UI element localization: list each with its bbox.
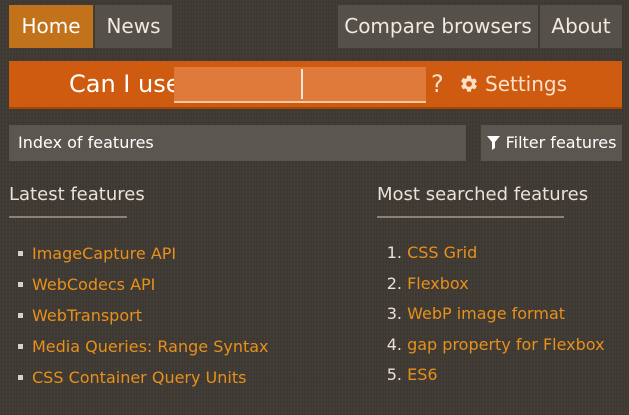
list-item: 1. CSS Grid <box>377 238 605 269</box>
list-item: 3. WebP image format <box>377 299 605 330</box>
bullet-icon <box>18 313 23 318</box>
list-item: WebCodecs API <box>9 269 269 300</box>
item-number: 1. <box>386 243 402 262</box>
feature-link[interactable]: gap property for Flexbox <box>407 335 604 354</box>
feature-link[interactable]: CSS Grid <box>407 243 477 262</box>
nav-home[interactable]: Home <box>9 5 93 48</box>
list-item: CSS Container Query Units <box>9 362 269 393</box>
most-searched-heading: Most searched features <box>377 184 589 205</box>
nav-about[interactable]: About <box>540 5 622 48</box>
settings-label: Settings <box>485 72 568 96</box>
feature-link[interactable]: WebP image format <box>407 304 565 323</box>
list-item: WebTransport <box>9 300 269 331</box>
filter-icon <box>486 136 500 150</box>
nav-compare-browsers[interactable]: Compare browsers <box>338 5 538 48</box>
index-of-features-select[interactable]: Index of features <box>9 125 466 161</box>
list-item: 2. Flexbox <box>377 269 605 300</box>
nav-news[interactable]: News <box>95 5 172 48</box>
most-searched-list: 1. CSS Grid 2. Flexbox 3. WebP image for… <box>377 238 605 391</box>
top-navigation: Home News Compare browsers About <box>9 5 622 48</box>
filter-features-label: Filter features <box>505 133 617 152</box>
bullet-icon <box>18 282 23 287</box>
feature-link[interactable]: Media Queries: Range Syntax <box>32 337 269 356</box>
feature-link[interactable]: ImageCapture API <box>32 244 176 263</box>
feature-link[interactable]: Flexbox <box>407 274 469 293</box>
question-mark: ? <box>431 70 444 98</box>
feature-link[interactable]: WebCodecs API <box>32 275 155 294</box>
bullet-icon <box>18 251 23 256</box>
latest-features-heading: Latest features <box>9 184 145 205</box>
list-item: 4. gap property for Flexbox <box>377 330 605 361</box>
item-number: 2. <box>386 273 402 293</box>
text-cursor <box>301 69 303 99</box>
feature-link[interactable]: CSS Container Query Units <box>32 368 246 387</box>
feature-search-input[interactable] <box>174 67 426 103</box>
latest-features-underline <box>9 216 127 218</box>
settings-button[interactable]: Settings <box>459 61 567 107</box>
can-i-use-label: Can I use <box>69 70 181 98</box>
most-searched-underline <box>377 216 564 218</box>
list-item: ImageCapture API <box>9 238 269 269</box>
bullet-icon <box>18 375 23 380</box>
feature-link[interactable]: ES6 <box>407 365 437 384</box>
list-item: 5. ES6 <box>377 360 605 391</box>
bullet-icon <box>18 344 23 349</box>
item-number: 4. <box>386 334 402 354</box>
index-of-features-label: Index of features <box>18 133 154 152</box>
list-item: Media Queries: Range Syntax <box>9 331 269 362</box>
search-bar: Can I use ? Settings <box>9 61 622 109</box>
item-number: 3. <box>386 304 402 323</box>
item-number: 5. <box>386 365 402 384</box>
gear-icon <box>461 75 477 92</box>
filter-features-button[interactable]: Filter features <box>481 125 622 161</box>
latest-features-list: ImageCapture API WebCodecs API WebTransp… <box>9 238 269 393</box>
feature-link[interactable]: WebTransport <box>32 306 142 325</box>
